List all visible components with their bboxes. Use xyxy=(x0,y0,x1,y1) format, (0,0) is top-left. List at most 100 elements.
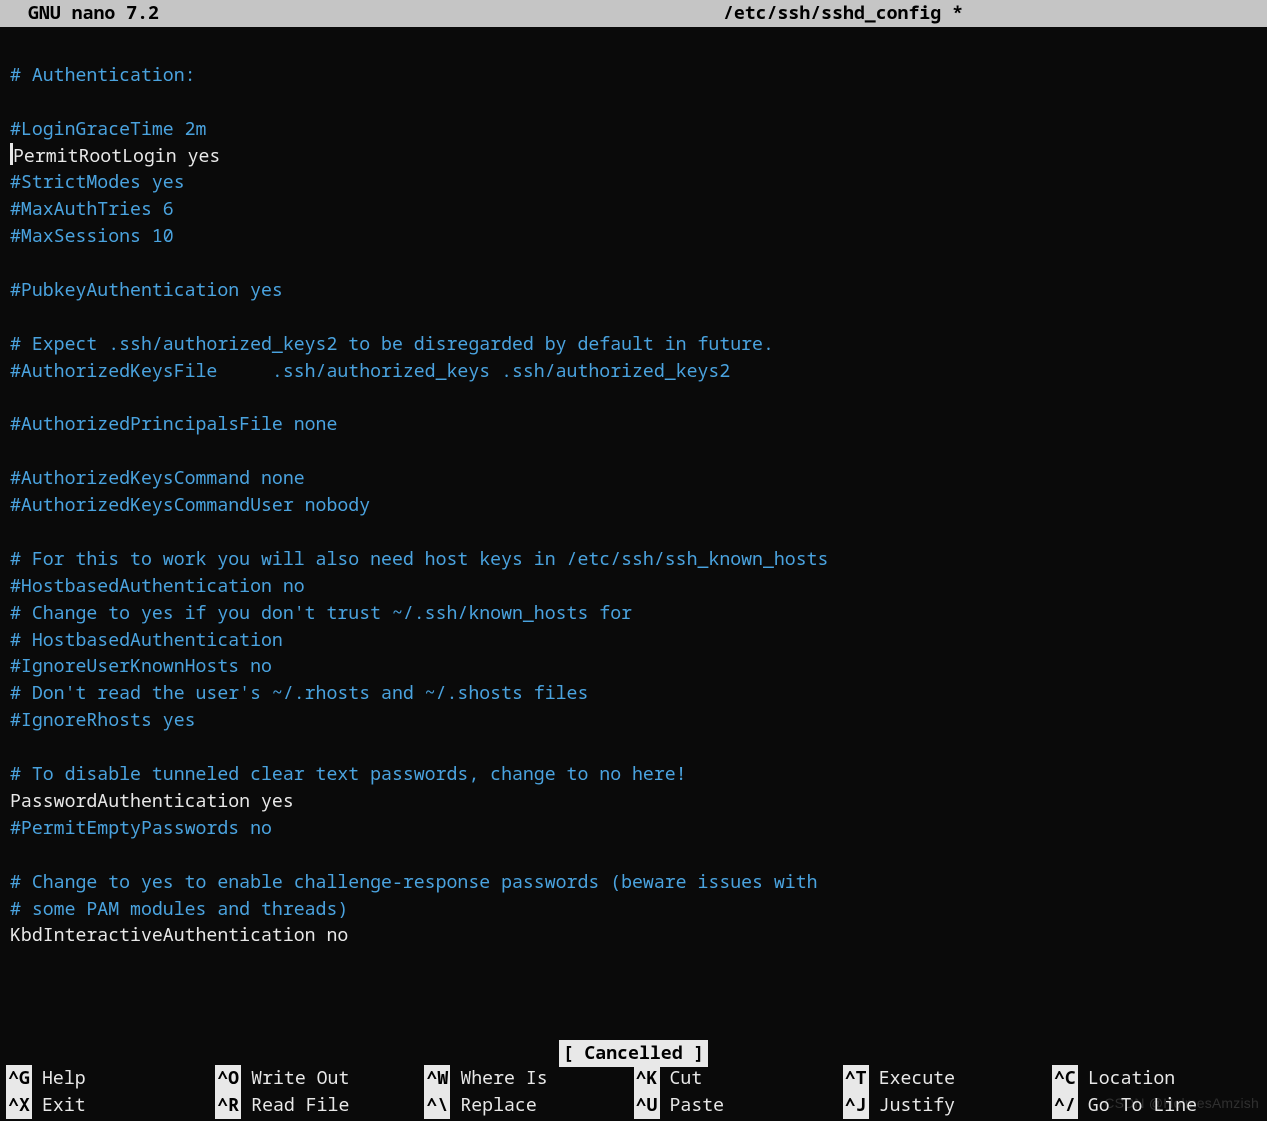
comment-text: #LoginGraceTime 2m xyxy=(10,117,206,141)
editor-line[interactable]: # Expect .ssh/authorized_keys2 to be dis… xyxy=(10,331,1257,358)
config-text: PasswordAuthentication yes xyxy=(10,789,294,813)
comment-text: #PubkeyAuthentication yes xyxy=(10,278,283,302)
editor-line[interactable]: # Change to yes if you don't trust ~/.ss… xyxy=(10,600,1257,627)
shortcut-replace[interactable]: ^\Replace xyxy=(424,1092,633,1119)
shortcut-key: ^W xyxy=(424,1065,450,1092)
shortcut-read-file[interactable]: ^RRead File xyxy=(215,1092,424,1119)
comment-text: #StrictModes yes xyxy=(10,170,185,194)
editor-line[interactable] xyxy=(10,385,1257,412)
editor-line[interactable]: PermitRootLogin yes xyxy=(10,143,1257,170)
comment-text: #AuthorizedKeysFile .ssh/authorized_keys… xyxy=(10,359,730,383)
comment-text: #PermitEmptyPasswords no xyxy=(10,816,272,840)
editor-line[interactable] xyxy=(10,438,1257,465)
comment-text: #MaxSessions 10 xyxy=(10,224,174,248)
config-text: KbdInteractiveAuthentication no xyxy=(10,923,348,947)
shortcut-key: ^T xyxy=(843,1065,869,1092)
editor-content[interactable]: # Authentication: #LoginGraceTime 2m Permi… xyxy=(0,27,1267,949)
editor-line[interactable]: #IgnoreRhosts yes xyxy=(10,707,1257,734)
shortcut-paste[interactable]: ^UPaste xyxy=(634,1092,843,1119)
editor-line[interactable]: #IgnoreUserKnownHosts no xyxy=(10,653,1257,680)
editor-line[interactable]: #AuthorizedKeysCommand none xyxy=(10,465,1257,492)
shortcut-row-2: ^XExit^RRead File^\Replace^UPaste^JJusti… xyxy=(6,1092,1261,1119)
comment-text: # Change to yes to enable challenge-resp… xyxy=(10,870,818,894)
editor-line[interactable]: #AuthorizedPrincipalsFile none xyxy=(10,411,1257,438)
editor-line[interactable]: #PermitEmptyPasswords no xyxy=(10,815,1257,842)
comment-text: #AuthorizedKeysCommand none xyxy=(10,466,305,490)
config-text: PermitRootLogin yes xyxy=(13,144,220,168)
shortcut-label: Exit xyxy=(32,1092,86,1119)
comment-text: # For this to work you will also need ho… xyxy=(10,547,828,571)
editor-line[interactable]: #HostbasedAuthentication no xyxy=(10,573,1257,600)
editor-line[interactable] xyxy=(10,35,1257,62)
shortcut-where-is[interactable]: ^WWhere Is xyxy=(424,1065,633,1092)
shortcut-label: Execute xyxy=(869,1065,955,1092)
comment-text: #MaxAuthTries 6 xyxy=(10,197,174,221)
editor-line[interactable] xyxy=(10,519,1257,546)
shortcut-key: ^C xyxy=(1052,1065,1078,1092)
shortcut-key: ^\ xyxy=(424,1092,450,1119)
shortcut-label: Write Out xyxy=(241,1065,349,1092)
editor-line[interactable] xyxy=(10,842,1257,869)
shortcut-label: Location xyxy=(1078,1065,1175,1092)
editor-line[interactable] xyxy=(10,89,1257,116)
comment-text: # Don't read the user's ~/.rhosts and ~/… xyxy=(10,681,588,705)
shortcut-key: ^U xyxy=(634,1092,660,1119)
shortcut-label: Paste xyxy=(660,1092,725,1119)
shortcut-exit[interactable]: ^XExit xyxy=(6,1092,215,1119)
shortcut-key: ^R xyxy=(215,1092,241,1119)
editor-line[interactable]: #StrictModes yes xyxy=(10,169,1257,196)
editor-line[interactable]: # Don't read the user's ~/.rhosts and ~/… xyxy=(10,680,1257,707)
comment-text: #IgnoreUserKnownHosts no xyxy=(10,654,272,678)
shortcut-write-out[interactable]: ^OWrite Out xyxy=(215,1065,424,1092)
editor-line[interactable] xyxy=(10,734,1257,761)
shortcut-label: Help xyxy=(32,1065,86,1092)
editor-line[interactable]: # HostbasedAuthentication xyxy=(10,627,1257,654)
comment-text: #IgnoreRhosts yes xyxy=(10,708,196,732)
app-name: GNU nano 7.2 xyxy=(10,0,159,27)
editor-line[interactable]: #LoginGraceTime 2m xyxy=(10,116,1257,143)
comment-text: # HostbasedAuthentication xyxy=(10,628,283,652)
editor-line[interactable] xyxy=(10,304,1257,331)
editor-line[interactable]: # some PAM modules and threads) xyxy=(10,896,1257,923)
editor-line[interactable]: # Authentication: xyxy=(10,62,1257,89)
shortcut-bar: ^GHelp^OWrite Out^WWhere Is^KCut^TExecut… xyxy=(0,1065,1267,1121)
shortcut-key: ^O xyxy=(215,1065,241,1092)
nano-titlebar: GNU nano 7.2 /etc/ssh/sshd_config * xyxy=(0,0,1267,27)
shortcut-key: ^/ xyxy=(1052,1092,1078,1119)
shortcut-key: ^G xyxy=(6,1065,32,1092)
status-message: [ Cancelled ] xyxy=(559,1040,709,1067)
editor-line[interactable]: #PubkeyAuthentication yes xyxy=(10,277,1257,304)
shortcut-label: Replace xyxy=(450,1092,536,1119)
comment-text: #AuthorizedPrincipalsFile none xyxy=(10,412,337,436)
comment-text: # Authentication: xyxy=(10,63,196,87)
watermark: CSDN @HolmesAmzish xyxy=(1104,1090,1259,1117)
editor-line[interactable] xyxy=(10,250,1257,277)
editor-line[interactable]: # To disable tunneled clear text passwor… xyxy=(10,761,1257,788)
editor-line[interactable]: #MaxSessions 10 xyxy=(10,223,1257,250)
shortcut-label: Justify xyxy=(869,1092,955,1119)
comment-text: #AuthorizedKeysCommandUser nobody xyxy=(10,493,370,517)
shortcut-location[interactable]: ^CLocation xyxy=(1052,1065,1261,1092)
editor-line[interactable]: # Change to yes to enable challenge-resp… xyxy=(10,869,1257,896)
filename: /etc/ssh/sshd_config * xyxy=(159,0,1257,27)
editor-line[interactable]: # For this to work you will also need ho… xyxy=(10,546,1257,573)
editor-line[interactable]: #AuthorizedKeysCommandUser nobody xyxy=(10,492,1257,519)
comment-text: #HostbasedAuthentication no xyxy=(10,574,305,598)
shortcut-help[interactable]: ^GHelp xyxy=(6,1065,215,1092)
shortcut-execute[interactable]: ^TExecute xyxy=(843,1065,1052,1092)
shortcut-key: ^K xyxy=(634,1065,660,1092)
editor-line[interactable]: #AuthorizedKeysFile .ssh/authorized_keys… xyxy=(10,358,1257,385)
editor-line[interactable]: #MaxAuthTries 6 xyxy=(10,196,1257,223)
shortcut-label: Where Is xyxy=(450,1065,547,1092)
status-bar: [ Cancelled ] xyxy=(0,1040,1267,1067)
shortcut-label: Read File xyxy=(241,1092,349,1119)
shortcut-label: Cut xyxy=(660,1065,703,1092)
comment-text: # some PAM modules and threads) xyxy=(10,897,348,921)
shortcut-cut[interactable]: ^KCut xyxy=(634,1065,843,1092)
shortcut-key: ^X xyxy=(6,1092,32,1119)
editor-line[interactable]: PasswordAuthentication yes xyxy=(10,788,1257,815)
shortcut-key: ^J xyxy=(843,1092,869,1119)
editor-line[interactable]: KbdInteractiveAuthentication no xyxy=(10,922,1257,949)
comment-text: # Change to yes if you don't trust ~/.ss… xyxy=(10,601,632,625)
shortcut-justify[interactable]: ^JJustify xyxy=(843,1092,1052,1119)
